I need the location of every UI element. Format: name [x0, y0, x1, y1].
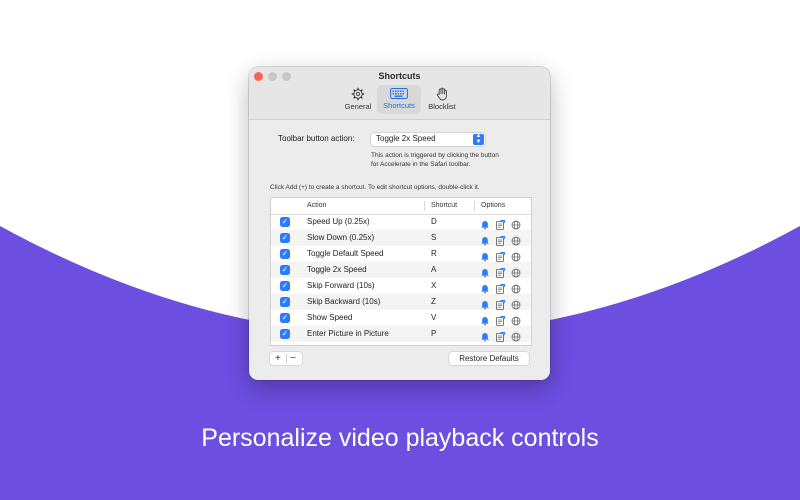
globe-icon[interactable] — [511, 297, 521, 310]
table-row[interactable]: ✓ Toggle Default Speed R — [271, 246, 531, 262]
shortcut-key: A — [431, 265, 437, 274]
keyboard-icon — [390, 88, 408, 99]
restore-defaults-button[interactable]: Restore Defaults — [449, 352, 529, 365]
tab-general-label: General — [344, 102, 372, 111]
shortcut-action: Skip Backward (10s) — [307, 297, 381, 306]
bell-icon[interactable] — [480, 297, 490, 310]
chevron-up-down-icon: ▲ ▼ — [473, 133, 484, 145]
column-shortcut[interactable]: Shortcut — [431, 202, 457, 209]
bell-icon[interactable] — [480, 313, 490, 326]
table-row[interactable]: ✓ Skip Forward (10s) X — [271, 278, 531, 294]
shortcuts-table[interactable]: Action Shortcut Options ✓ Speed Up (0.25x… — [270, 197, 532, 346]
enabled-checkbox[interactable]: ✓ — [280, 297, 290, 307]
shortcut-action: Toggle Default Speed — [307, 249, 384, 258]
instructions-text: Click Add (+) to create a shortcut. To e… — [270, 184, 480, 191]
table-row[interactable]: ✓ Show Speed V — [271, 310, 531, 326]
title-bar: Shortcuts General Shortcuts Blocklist — [249, 67, 550, 120]
shortcut-key: S — [431, 233, 437, 242]
tab-blocklist[interactable]: Blocklist — [422, 85, 462, 114]
column-options[interactable]: Options — [481, 202, 505, 209]
notes-icon[interactable] — [495, 233, 505, 246]
toolbar-action-help: This action is triggered by clicking the… — [371, 151, 499, 169]
add-shortcut-button[interactable]: + — [275, 352, 281, 365]
shortcut-key: R — [431, 249, 437, 258]
column-divider — [424, 201, 425, 211]
tab-shortcuts-label: Shortcuts — [383, 101, 415, 110]
column-divider — [474, 201, 475, 211]
shortcut-action: Slow Down (0.25x) — [307, 233, 375, 242]
hand-icon — [436, 87, 447, 101]
shortcut-key: V — [431, 313, 437, 322]
tab-shortcuts[interactable]: Shortcuts — [377, 85, 421, 114]
table-row[interactable]: ✓ Toggle 2x Speed A — [271, 262, 531, 278]
bell-icon[interactable] — [480, 233, 490, 246]
bell-icon[interactable] — [480, 265, 490, 278]
marketing-caption: Personalize video playback controls — [201, 424, 599, 452]
notes-icon[interactable] — [495, 265, 505, 278]
enabled-checkbox[interactable]: ✓ — [280, 313, 290, 323]
enabled-checkbox[interactable]: ✓ — [280, 265, 290, 275]
globe-icon[interactable] — [511, 329, 521, 342]
notes-icon[interactable] — [495, 281, 505, 294]
enabled-checkbox[interactable]: ✓ — [280, 217, 290, 227]
shortcut-action: Enter Picture in Picture — [307, 329, 389, 338]
gear-icon — [351, 87, 365, 101]
enabled-checkbox[interactable]: ✓ — [280, 281, 290, 291]
shortcut-key: D — [431, 217, 437, 226]
shortcut-action: Skip Forward (10s) — [307, 281, 375, 290]
table-header: Action Shortcut Options — [271, 198, 531, 215]
notes-icon[interactable] — [495, 329, 505, 342]
divider — [286, 354, 287, 363]
bell-icon[interactable] — [480, 217, 490, 230]
add-remove-control: + − — [270, 352, 302, 365]
table-row[interactable]: ✓ Enter Picture in Picture P — [271, 326, 531, 342]
help-line-2: for Accelerate in the Safari toolbar. — [371, 161, 471, 168]
notes-icon[interactable] — [495, 297, 505, 310]
table-row[interactable]: ✓ Skip Backward (10s) Z — [271, 294, 531, 310]
toolbar-action-value: Toggle 2x Speed — [376, 134, 436, 143]
tab-blocklist-label: Blocklist — [428, 102, 456, 111]
preferences-window: Shortcuts General Shortcuts Blocklist To… — [249, 67, 550, 380]
help-line-1: This action is triggered by clicking the… — [371, 152, 499, 159]
enabled-checkbox[interactable]: ✓ — [280, 249, 290, 259]
globe-icon[interactable] — [511, 217, 521, 230]
globe-icon[interactable] — [511, 281, 521, 294]
table-row[interactable]: ✓ Slow Down (0.25x) S — [271, 230, 531, 246]
bell-icon[interactable] — [480, 329, 490, 342]
bell-icon[interactable] — [480, 281, 490, 294]
enabled-checkbox[interactable]: ✓ — [280, 329, 290, 339]
shortcut-key: Z — [431, 297, 436, 306]
enabled-checkbox[interactable]: ✓ — [280, 233, 290, 243]
notes-icon[interactable] — [495, 313, 505, 326]
globe-icon[interactable] — [511, 265, 521, 278]
tab-general[interactable]: General — [340, 85, 376, 114]
window-title: Shortcuts — [378, 71, 421, 81]
column-action[interactable]: Action — [307, 202, 326, 209]
notes-icon[interactable] — [495, 249, 505, 262]
globe-icon[interactable] — [511, 249, 521, 262]
shortcut-key: X — [431, 281, 437, 290]
shortcut-key: P — [431, 329, 437, 338]
shortcut-action: Show Speed — [307, 313, 353, 322]
bell-icon[interactable] — [480, 249, 490, 262]
shortcut-action: Toggle 2x Speed — [307, 265, 367, 274]
remove-shortcut-button[interactable]: − — [290, 352, 296, 365]
table-row[interactable]: ✓ Speed Up (0.25x) D — [271, 214, 531, 230]
toolbar-action-select[interactable]: Toggle 2x Speed ▲ ▼ — [371, 133, 485, 146]
shortcut-action: Speed Up (0.25x) — [307, 217, 370, 226]
globe-icon[interactable] — [511, 313, 521, 326]
notes-icon[interactable] — [495, 217, 505, 230]
toolbar-action-label: Toolbar button action: — [278, 134, 355, 143]
globe-icon[interactable] — [511, 233, 521, 246]
